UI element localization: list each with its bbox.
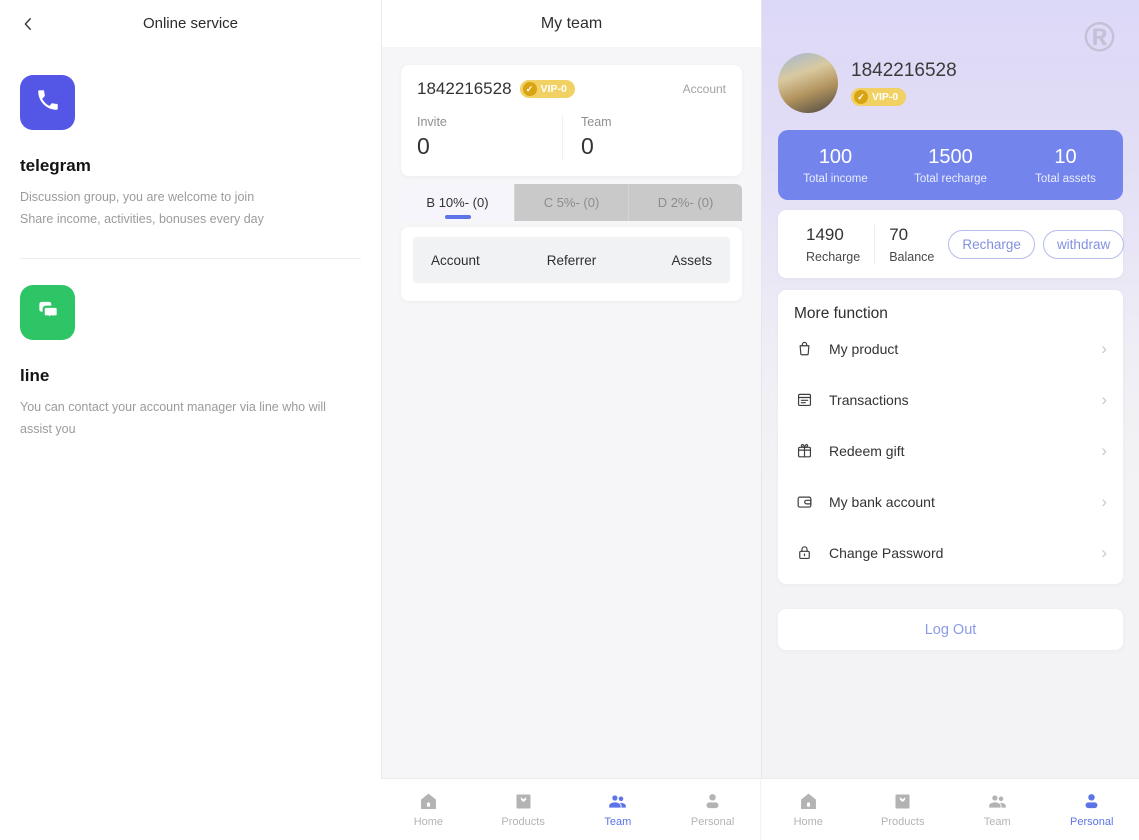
team-table-card: Account Referrer Assets	[401, 227, 742, 301]
bank-card-icon	[794, 492, 814, 512]
divider	[20, 258, 361, 259]
line-tile	[20, 285, 75, 340]
column-header-referrer: Referrer	[525, 253, 619, 268]
recharge-stat: 1490 Recharge	[792, 225, 875, 264]
team-summary-card: 1842216528 ✓ VIP-0 Account Invite 0 Team…	[401, 65, 742, 176]
home-icon	[798, 791, 819, 812]
nav-item-products[interactable]: Products	[476, 779, 571, 840]
team-people-icon	[607, 791, 628, 812]
chat-bubbles-icon	[35, 297, 61, 328]
team-stat: Team 0	[563, 115, 726, 160]
lock-icon	[794, 543, 814, 563]
page-title: My team	[541, 15, 602, 33]
service-desc: Share income, activities, bonuses every …	[20, 208, 361, 230]
menu-item-my-product[interactable]: My product ›	[794, 323, 1107, 374]
nav-item-team[interactable]: Team	[950, 779, 1045, 840]
my-team-header: My team	[382, 0, 761, 47]
recharge-button[interactable]: Recharge	[948, 230, 1035, 259]
menu-item-my-bank-account[interactable]: My bank account ›	[794, 476, 1107, 527]
avatar	[778, 53, 838, 113]
more-function-card: More function My product › Transactions …	[778, 290, 1123, 584]
account-id: 1842216528	[851, 60, 957, 82]
nav-item-products[interactable]: Products	[856, 779, 951, 840]
service-name: telegram	[20, 156, 361, 176]
app-screenshot: Online service telegram Discussion group…	[0, 0, 1139, 840]
column-header-assets: Assets	[618, 253, 712, 268]
chevron-left-icon	[19, 15, 37, 33]
service-name: line	[20, 366, 361, 386]
nav-group-team-page: Home Products Team Personal	[381, 779, 760, 840]
online-service-page: Online service telegram Discussion group…	[0, 0, 381, 840]
nav-item-home[interactable]: Home	[761, 779, 856, 840]
wallet-card: 1490 Recharge 70 Balance Recharge withdr…	[778, 210, 1123, 278]
menu-item-redeem-gift[interactable]: Redeem gift ›	[794, 425, 1107, 476]
logout-button[interactable]: Log Out	[778, 609, 1123, 650]
products-box-icon	[513, 791, 534, 812]
online-service-header: Online service	[0, 0, 381, 47]
chevron-right-icon: ›	[1101, 441, 1107, 461]
account-label: Account	[683, 82, 726, 96]
total-recharge-stat: 1500 Total recharge	[893, 146, 1008, 185]
nav-item-personal[interactable]: Personal	[665, 779, 760, 840]
totals-card: 100 Total income 1500 Total recharge 10 …	[778, 130, 1123, 200]
home-icon	[418, 791, 439, 812]
service-item-telegram[interactable]: telegram Discussion group, you are welco…	[20, 75, 361, 230]
my-team-page: My team 1842216528 ✓ VIP-0 Account Invit…	[381, 0, 761, 840]
service-item-line[interactable]: line You can contact your account manage…	[20, 285, 361, 440]
chevron-right-icon: ›	[1101, 339, 1107, 359]
total-income-stat: 100 Total income	[778, 146, 893, 185]
personal-user-icon	[702, 791, 723, 812]
back-button[interactable]	[16, 12, 40, 36]
chevron-right-icon: ›	[1101, 543, 1107, 563]
menu-item-change-password[interactable]: Change Password ›	[794, 527, 1107, 578]
check-icon: ✓	[854, 90, 868, 104]
nav-group-personal-page: Home Products Team Personal	[760, 779, 1139, 840]
check-icon: ✓	[523, 82, 537, 96]
tab-level-d[interactable]: D 2%- (0)	[628, 184, 742, 221]
gift-icon	[794, 441, 814, 461]
service-desc: You can contact your account manager via…	[20, 396, 361, 440]
invite-stat: Invite 0	[417, 115, 563, 160]
vip-badge: ✓ VIP-0	[851, 88, 906, 106]
page-title: Online service	[143, 15, 238, 32]
column-header-account: Account	[431, 253, 525, 268]
table-header-row: Account Referrer Assets	[413, 237, 730, 283]
service-desc: Discussion group, you are welcome to joi…	[20, 186, 361, 208]
personal-user-icon	[1081, 791, 1102, 812]
products-box-icon	[892, 791, 913, 812]
phone-icon	[35, 87, 61, 118]
withdraw-button[interactable]: withdraw	[1043, 230, 1124, 259]
vip-badge: ✓ VIP-0	[520, 80, 575, 98]
team-people-icon	[987, 791, 1008, 812]
balance-stat: 70 Balance	[875, 225, 948, 264]
bottom-navigation: Home Products Team Personal Home P	[381, 778, 1139, 840]
section-title: More function	[794, 305, 1107, 323]
total-assets-stat: 10 Total assets	[1008, 146, 1123, 185]
telegram-tile	[20, 75, 75, 130]
product-bag-icon	[794, 339, 814, 359]
personal-page: ® 1842216528 ✓ VIP-0 100 Total income 15…	[761, 0, 1139, 840]
nav-item-personal[interactable]: Personal	[1045, 779, 1139, 840]
nav-item-home[interactable]: Home	[381, 779, 476, 840]
chevron-right-icon: ›	[1101, 390, 1107, 410]
tab-level-b[interactable]: B 10%- (0)	[401, 184, 514, 221]
chevron-right-icon: ›	[1101, 492, 1107, 512]
profile-section: 1842216528 ✓ VIP-0	[778, 0, 1123, 113]
nav-item-team[interactable]: Team	[571, 779, 666, 840]
brand-logo: ®	[1084, 16, 1115, 58]
tab-level-c[interactable]: C 5%- (0)	[514, 184, 628, 221]
menu-item-transactions[interactable]: Transactions ›	[794, 374, 1107, 425]
account-id: 1842216528	[417, 79, 512, 99]
team-level-tabs: B 10%- (0) C 5%- (0) D 2%- (0)	[401, 184, 742, 221]
transactions-icon	[794, 390, 814, 410]
